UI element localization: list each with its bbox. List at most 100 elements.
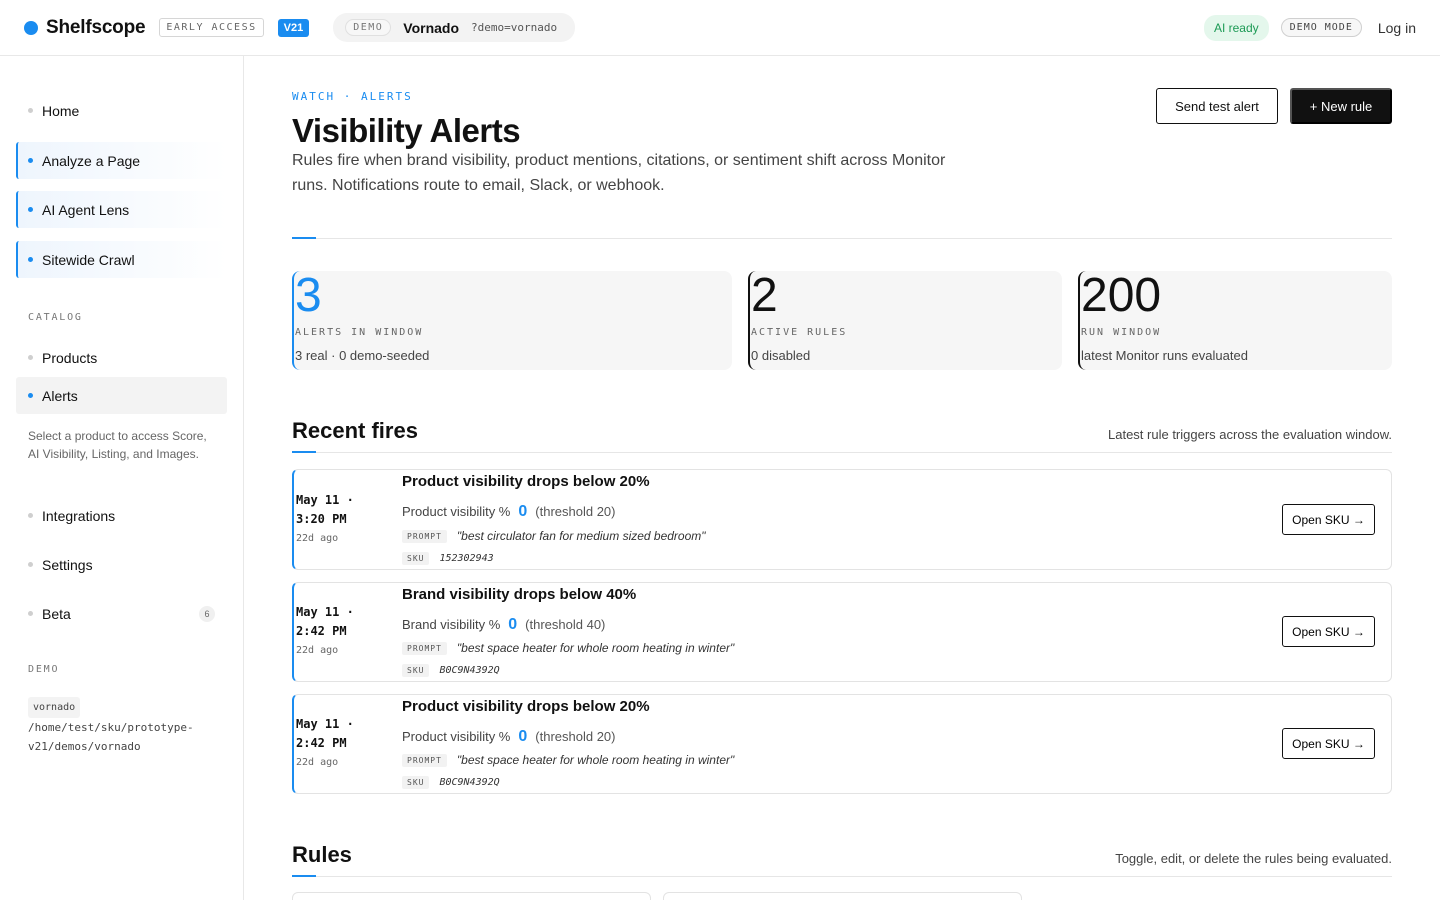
prompt-value: "best circulator fan for medium sized be… [456,529,706,543]
metric-value: 0 [508,616,518,633]
login-link[interactable]: Log in [1378,20,1416,36]
sidebar-item-label: Settings [42,556,93,573]
sidebar-item-products[interactable]: Products [16,339,227,376]
bullet-icon [28,108,33,113]
sidebar-item-settings[interactable]: Settings [16,546,227,583]
stat-run-window: 200 RUN WINDOW latest Monitor runs evalu… [1078,271,1392,370]
sidebar-item-label: Analyze a Page [42,152,141,169]
sidebar: Home Analyze a Page AI Agent Lens Sitewi… [0,56,244,900]
metric-threshold: (threshold 20) [535,729,616,744]
sidebar-item-label: Products [42,349,98,366]
rule-card[interactable] [663,892,1022,900]
stat-value: 200 [1081,269,1162,322]
sidebar-help-text: Select a product to access Score, AI Vis… [28,429,207,461]
stat-value: 3 [295,269,322,322]
bullet-icon [28,207,33,212]
alert-fire-card: May 11 · 2:42 PM 22d ago Product visibil… [292,694,1392,794]
version-badge: V21 [277,18,310,37]
open-sku-button[interactable]: Open SKU → [1282,616,1375,647]
recent-fires-note: Latest rule triggers across the evaluati… [1108,427,1392,442]
demo-context-pill[interactable]: DEMO Vornado ?demo=vornado [333,13,576,42]
main-content: WATCH · ALERTS Visibility Alerts Rules f… [292,56,1392,900]
recent-fires-title: Recent fires [292,418,418,443]
stat-value: 2 [751,269,778,322]
sidebar-item-sitewide-crawl[interactable]: Sitewide Crawl [16,241,227,278]
sku-key: SKU [402,776,430,789]
sidebar-item-home[interactable]: Home [16,92,227,129]
stat-label: ALERTS IN WINDOW [295,327,424,338]
demo-slug-chip: vornado [28,697,81,718]
sku-value: B0C9N4392Q [439,665,500,676]
demo-mode-badge: DEMO MODE [1280,18,1362,37]
bullet-icon [28,355,33,360]
rule-card[interactable] [292,892,651,900]
brand[interactable]: Shelfscope EARLY ACCESS V21 [24,16,310,39]
open-sku-button[interactable]: Open SKU → [1282,728,1375,759]
sku-value: B0C9N4392Q [439,777,500,788]
stat-active-rules: 2 ACTIVE RULES 0 disabled [748,271,1062,370]
early-access-badge: EARLY ACCESS [159,18,264,37]
alert-fire-card: May 11 · 3:20 PM 22d ago Product visibil… [292,469,1392,570]
bullet-icon [28,257,33,262]
prompt-value: "best space heater for whole room heatin… [456,641,735,655]
demo-path: /home/test/sku/prototype-v21/demos/vorna… [28,721,194,753]
page-title: Visibility Alerts [292,112,521,149]
sidebar-item-label: Integrations [42,507,116,524]
recent-fires-divider [292,452,1392,453]
brand-logo-icon [24,20,38,35]
metric-value: 0 [518,503,528,520]
page-description: Rules fire when brand visibility, produc… [292,152,946,194]
fire-metric: Product visibility % 0 (threshold 20) [402,728,616,746]
stat-subtext: 0 disabled [751,348,811,363]
rules-divider [292,876,1392,877]
catalog-heading: CATALOG [28,312,83,323]
fire-sku: SKU B0C9N4392Q [402,776,500,789]
fire-prompt: PROMPT "best space heater for whole room… [402,641,734,655]
brand-name: Shelfscope [46,16,146,38]
fire-metric: Brand visibility % 0 (threshold 40) [402,616,605,634]
sidebar-item-ai-agent-lens[interactable]: AI Agent Lens [16,191,227,228]
stat-alerts-in-window: 3 ALERTS IN WINDOW 3 real · 0 demo-seede… [292,271,732,370]
sidebar-item-label: Beta [42,605,71,622]
sku-key: SKU [402,552,430,565]
demo-chip: DEMO [345,19,392,36]
new-rule-button[interactable]: + New rule [1290,88,1392,124]
recent-fires-divider-accent [292,451,316,453]
metric-label: Product visibility % [402,729,511,744]
fire-date: May 11 · 2:42 PM [296,605,354,638]
top-bar: Shelfscope EARLY ACCESS V21 DEMO Vornado… [0,0,1440,56]
bullet-icon [28,513,33,518]
bullet-icon [28,393,33,398]
fire-metric: Product visibility % 0 (threshold 20) [402,503,616,521]
metric-threshold: (threshold 40) [525,617,606,632]
fire-date: May 11 · 2:42 PM [296,717,354,750]
sidebar-item-beta[interactable]: Beta 6 [16,595,227,632]
demo-info: vornado /home/test/sku/prototype-v21/dem… [16,697,227,756]
sidebar-item-integrations[interactable]: Integrations [16,497,227,534]
sidebar-item-label: AI Agent Lens [42,201,130,218]
header-divider [292,238,1392,239]
stat-label: ACTIVE RULES [751,327,848,338]
rules-note: Toggle, edit, or delete the rules being … [1115,851,1392,866]
fire-ago: 22d ago [296,757,339,768]
bullet-icon [28,611,33,616]
stat-subtext: 3 real · 0 demo-seeded [295,348,430,363]
rules-title: Rules [292,842,352,867]
metric-value: 0 [518,728,528,745]
fire-sku: SKU B0C9N4392Q [402,664,500,677]
open-sku-button[interactable]: Open SKU → [1282,504,1375,535]
fire-prompt: PROMPT "best space heater for whole room… [402,753,734,767]
sidebar-item-alerts[interactable]: Alerts [16,377,227,414]
metric-label: Product visibility % [402,504,511,519]
fire-rule-title: Brand visibility drops below 40% [402,586,637,603]
send-test-alert-button[interactable]: Send test alert [1156,88,1278,124]
fire-sku: SKU 152302943 [402,552,494,565]
prompt-key: PROMPT [402,529,447,543]
demo-query: ?demo=vornado [471,21,558,34]
bullet-icon [28,562,33,567]
top-right-actions: AI ready DEMO MODE Log in [1203,14,1416,41]
fire-date: May 11 · 3:20 PM [296,493,354,526]
fire-prompt: PROMPT "best circulator fan for medium s… [402,529,706,543]
sidebar-item-analyze-page[interactable]: Analyze a Page [16,142,227,179]
prompt-key: PROMPT [402,753,447,767]
